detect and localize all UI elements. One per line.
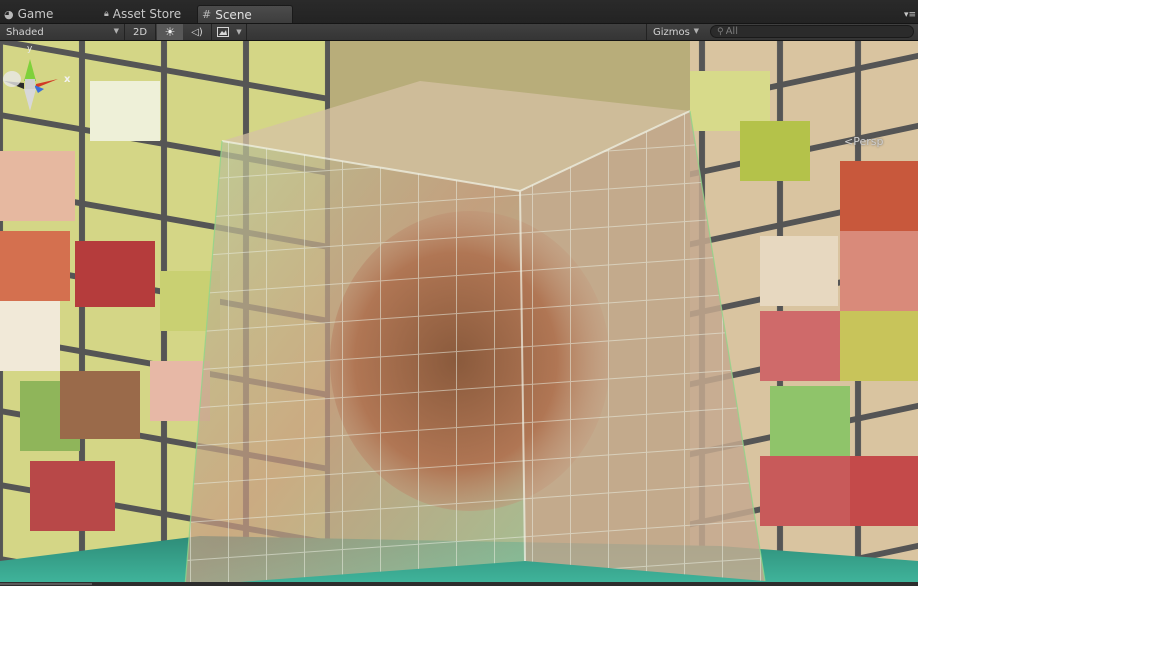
tab-scene[interactable]: # Scene: [197, 5, 293, 23]
center-cube-handle: [25, 79, 35, 89]
scene-audio-button[interactable]: ◁): [184, 24, 210, 40]
tab-bar: ◕ Game 🔒︎ Asset Store # Scene ▾≡: [0, 0, 918, 24]
toolbar-divider: [211, 24, 212, 40]
tab-game[interactable]: ◕ Game: [0, 5, 96, 23]
scene-effects-dropdown[interactable]: ▼: [233, 24, 245, 40]
chevron-down-icon: ▼: [693, 27, 699, 35]
scene-lighting-button[interactable]: ☀: [157, 24, 183, 40]
scene-effects-button[interactable]: [213, 24, 233, 40]
scene-toolbar: Shaded ▼ 2D ☀ ◁) ▼ Gizmos ▼ ⚲ All: [0, 24, 918, 41]
y-axis-handle: [24, 59, 36, 81]
neg-y-axis-handle: [24, 89, 36, 111]
scene-search-field[interactable]: ⚲: [710, 25, 914, 38]
toolbar-divider: [155, 24, 156, 40]
x-axis-label: x: [64, 74, 71, 85]
chevron-down-icon: ▼: [236, 28, 242, 36]
search-input[interactable]: [725, 26, 896, 37]
projection-toggle[interactable]: <Persp: [844, 135, 883, 148]
scene-editor-window: ◕ Game 🔒︎ Asset Store # Scene ▾≡ Shaded …: [0, 0, 918, 586]
tab-scene-label: Scene: [215, 7, 252, 22]
shading-mode-value: Shaded: [6, 26, 44, 38]
projection-label: Persp: [853, 135, 884, 148]
orientation-gizmo[interactable]: y x: [0, 41, 80, 151]
chevron-down-icon: ▼: [113, 27, 119, 35]
tab-asset-store-label: Asset Store: [112, 7, 182, 21]
lock-icon: 🔒︎: [104, 9, 109, 19]
search-icon: ⚲: [717, 26, 724, 37]
toggle-2d-button[interactable]: 2D: [126, 24, 154, 40]
scene-render: [0, 41, 918, 582]
gizmos-dropdown[interactable]: Gizmos ▼: [647, 24, 703, 40]
tab-options-menu-icon[interactable]: ▾≡: [904, 11, 916, 20]
scrollbar-thumb[interactable]: [0, 583, 92, 585]
grid-icon: #: [202, 8, 212, 21]
toggle-2d-label: 2D: [132, 26, 148, 38]
toolbar-divider: [124, 24, 125, 40]
tab-game-label: Game: [17, 7, 54, 21]
y-axis-label: y: [27, 44, 33, 54]
viewport-scroll-area: [0, 582, 918, 586]
neg-z-axis-handle: [3, 71, 21, 87]
scene-viewport[interactable]: y x <Persp: [0, 41, 918, 582]
sun-icon: ☀: [164, 25, 176, 39]
shading-mode-dropdown[interactable]: Shaded ▼: [0, 24, 123, 40]
x-axis-handle: [36, 79, 58, 88]
persp-icon: <: [844, 135, 854, 148]
tab-asset-store[interactable]: 🔒︎ Asset Store: [100, 5, 196, 23]
speaker-icon: ◁): [191, 26, 203, 38]
glass-cube: [184, 81, 766, 582]
image-icon: [217, 27, 229, 37]
gizmos-label: Gizmos: [653, 26, 690, 38]
pacman-icon: ◕: [4, 7, 14, 21]
toolbar-divider: [246, 24, 247, 40]
